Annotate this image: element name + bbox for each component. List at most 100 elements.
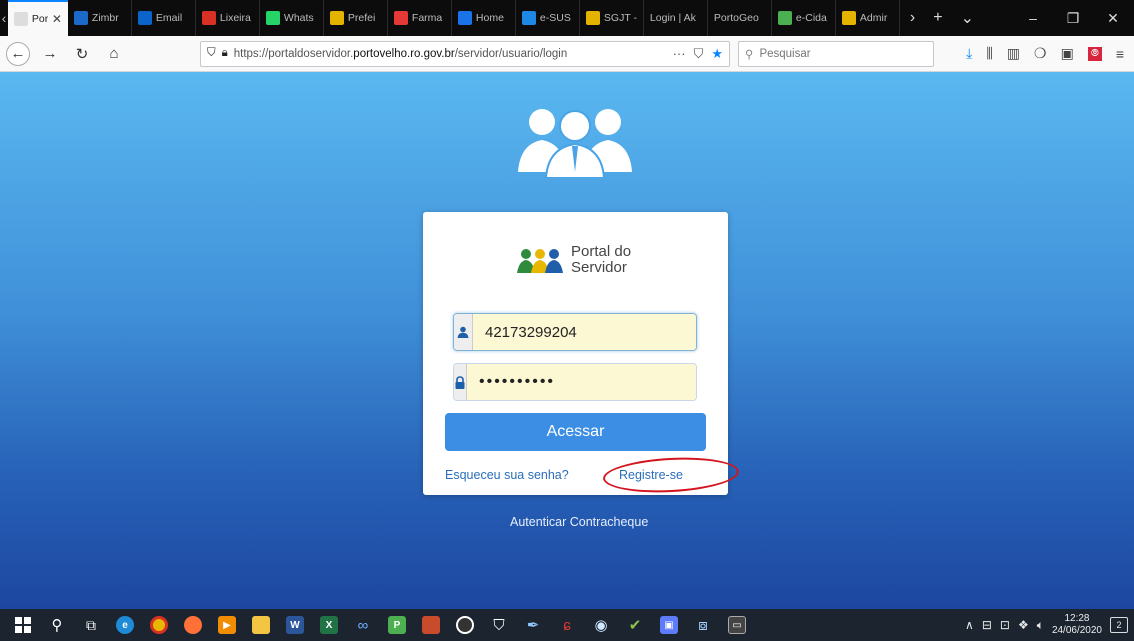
search-bar[interactable]: ⚲ xyxy=(738,40,934,67)
windows-taskbar: ⚲ ⧉ e ▶ W X ∞ P ⛉ ✒ ɕ ◉ ✔ ▣ ⧇ ▭ ∧ ⊟ ⊡ ❖ … xyxy=(0,609,1134,641)
portal-logo-icon xyxy=(517,249,563,273)
app-remote-icon[interactable]: ⧇ xyxy=(686,609,720,641)
screenshot-icon[interactable]: ▣ xyxy=(1061,45,1074,62)
browser-tab[interactable]: Portal ✕ xyxy=(7,0,68,36)
farmacia-icon xyxy=(393,11,408,25)
tab-list-chevron-icon[interactable]: ⌄ xyxy=(961,8,974,28)
browser-tab-label: Zimbr xyxy=(91,12,119,24)
downloads-icon[interactable]: ⤓ xyxy=(966,45,972,62)
browser-tab[interactable]: Admir xyxy=(836,0,900,36)
sidebar-icon[interactable]: ▥ xyxy=(1007,45,1020,62)
tabs-container: Portal ✕ Zimbr Email Lixeira Whats Prefei Farma… xyxy=(7,0,900,36)
task-view-icon[interactable]: ⧉ xyxy=(74,609,108,641)
back-icon[interactable]: ← xyxy=(6,41,30,66)
username-input[interactable] xyxy=(473,314,696,350)
firefox-icon[interactable] xyxy=(176,609,210,641)
new-tab-icon[interactable]: + xyxy=(933,9,942,27)
navigation-bar: ← → ↻ ⌂ ⛉ 🔒︎ https://portaldoservidor.po… xyxy=(0,36,1134,72)
taskbar-search-icon[interactable]: ⚲ xyxy=(40,609,74,641)
url-bar[interactable]: ⛉ 🔒︎ https://portaldoservidor.portovelho… xyxy=(200,40,730,67)
browser-tab[interactable]: SGJT - xyxy=(580,0,644,36)
menu-icon[interactable]: ≡ xyxy=(1116,46,1124,62)
browser-tab[interactable]: Email xyxy=(132,0,196,36)
media-player-icon[interactable]: ▶ xyxy=(210,609,244,641)
app-shield-icon[interactable]: ⛉ xyxy=(482,609,516,641)
word-icon[interactable]: W xyxy=(278,609,312,641)
browser-tab[interactable]: Login | Ak xyxy=(644,0,708,36)
minimize-icon[interactable]: – xyxy=(1022,10,1044,26)
dropbox-icon[interactable]: ❖ xyxy=(1018,618,1029,632)
browser-tab-label: Farma xyxy=(411,12,443,24)
bookmark-star-icon[interactable]: ★ xyxy=(711,46,723,62)
portal-favicon xyxy=(13,12,28,26)
app-network-icon[interactable]: ▣ xyxy=(652,609,686,641)
app-red-swirl-icon[interactable]: ɕ xyxy=(550,609,584,641)
extension-icon[interactable]: ❍ xyxy=(1034,45,1047,62)
pocket-icon[interactable]: ⛉ xyxy=(694,46,704,62)
lock-icon[interactable]: 🔒︎ xyxy=(222,47,228,60)
library-icon[interactable]: ⫼ xyxy=(986,45,992,62)
file-explorer-icon[interactable] xyxy=(244,609,278,641)
restore-icon[interactable]: ❐ xyxy=(1062,10,1084,27)
search-icon: ⚲ xyxy=(745,48,754,61)
browser-tab-label: Portal xyxy=(31,13,48,25)
browser-tab[interactable]: e-Cida xyxy=(772,0,836,36)
tab-scroll-left-icon[interactable]: ‹ xyxy=(0,0,8,36)
forward-icon[interactable]: → xyxy=(38,42,62,66)
edge-icon[interactable]: e xyxy=(108,609,142,641)
clock[interactable]: 12:28 24/06/2020 xyxy=(1052,613,1102,637)
app-pen-icon[interactable]: ✒ xyxy=(516,609,550,641)
home-icon[interactable]: ⌂ xyxy=(102,42,126,66)
link-app-icon[interactable]: ∞ xyxy=(346,609,380,641)
user-icon xyxy=(454,314,473,350)
browser-tab[interactable]: Home xyxy=(452,0,516,36)
tab-scroll-right-icon[interactable]: › xyxy=(910,9,915,27)
app-eye-icon[interactable]: ◉ xyxy=(584,609,618,641)
tab-tools: › + ⌄ – ❐ ✕ xyxy=(900,0,1134,36)
tray-network-icon[interactable]: ⊟ xyxy=(982,618,992,632)
volume-icon[interactable]: 🔈︎ xyxy=(1037,618,1044,633)
tray-chevron-icon[interactable]: ∧ xyxy=(965,618,974,632)
browser-tab[interactable]: Whats xyxy=(260,0,324,36)
forgot-password-link[interactable]: Esqueceu sua senha? xyxy=(445,468,569,482)
acessar-button[interactable]: Acessar xyxy=(445,413,706,451)
page-actions-icon[interactable]: ··· xyxy=(673,46,686,62)
url-text[interactable]: https://portaldoservidor.portovelho.ro.g… xyxy=(234,48,667,60)
password-input[interactable] xyxy=(467,364,696,400)
browser-tab-label: e-Cida xyxy=(795,12,827,24)
url-domain: portovelho.ro.gov.br xyxy=(353,47,455,60)
browser-tab[interactable]: Zimbr xyxy=(68,0,132,36)
windows-start-icon[interactable] xyxy=(6,609,40,641)
authenticate-paycheck-link[interactable]: Autenticar Contracheque xyxy=(510,515,648,529)
tray-monitor-icon[interactable]: ⊡ xyxy=(1000,618,1010,632)
browser-tab-label: Prefei xyxy=(347,12,376,24)
browser-tab[interactable]: PortoGeo xyxy=(708,0,772,36)
close-tab-icon[interactable]: ✕ xyxy=(52,12,62,26)
browser-tab[interactable]: Prefei xyxy=(324,0,388,36)
notification-center-icon[interactable]: 2 xyxy=(1110,617,1128,633)
excel-icon[interactable]: X xyxy=(312,609,346,641)
search-input[interactable] xyxy=(759,47,927,60)
browser-tab[interactable]: Lixeira xyxy=(196,0,260,36)
zimbra-icon xyxy=(73,11,88,25)
reload-icon[interactable]: ↻ xyxy=(70,42,94,66)
login-card: Portal do Servidor Acessar Esqueceu sua … xyxy=(423,212,740,496)
portal-logo: Portal do Servidor xyxy=(515,244,631,276)
chrome-icon[interactable] xyxy=(142,609,176,641)
clock-time: 12:28 xyxy=(1064,613,1090,624)
tracking-shield-icon[interactable]: ⛉ xyxy=(207,47,216,60)
pdf-extension-icon[interactable]: ⦾ xyxy=(1087,46,1102,61)
page-icon xyxy=(457,11,472,25)
browser-tab[interactable]: Farma xyxy=(388,0,452,36)
app-circle-icon[interactable] xyxy=(448,609,482,641)
close-window-icon[interactable]: ✕ xyxy=(1102,10,1124,27)
browser-tab-label: e-SUS xyxy=(539,12,571,24)
app-orange-icon[interactable] xyxy=(414,609,448,641)
outlook-icon xyxy=(137,11,152,25)
logo-line-1: Portal do xyxy=(571,243,632,260)
terminal-icon[interactable]: ▭ xyxy=(720,609,754,641)
page-content: Portal do Servidor Acessar Esqueceu sua … xyxy=(0,72,1134,609)
publisher-icon[interactable]: P xyxy=(380,609,414,641)
browser-tab[interactable]: e-SUS xyxy=(516,0,580,36)
app-check-icon[interactable]: ✔ xyxy=(618,609,652,641)
